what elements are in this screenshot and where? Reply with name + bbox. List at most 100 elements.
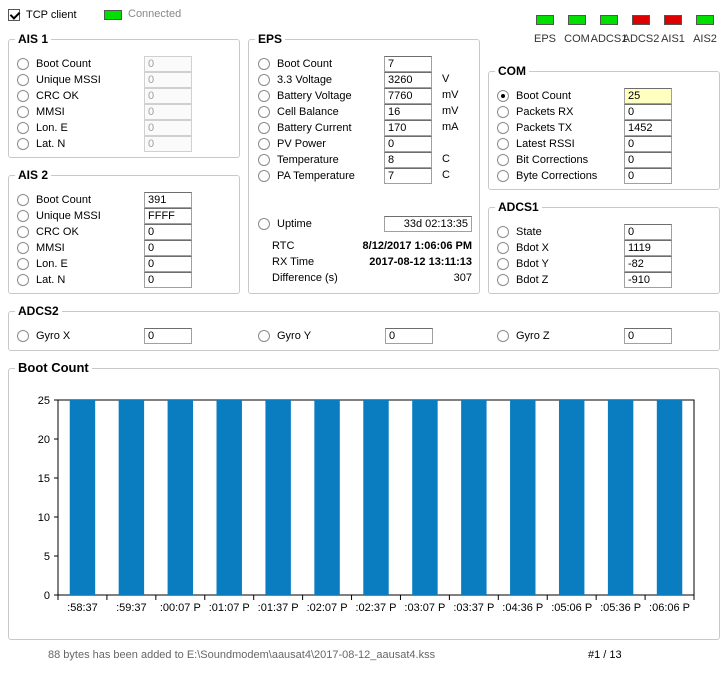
- adcs2-value-field[interactable]: 0: [385, 328, 433, 344]
- radio-button[interactable]: [17, 74, 29, 86]
- com-value-field[interactable]: 0: [624, 152, 672, 168]
- radio-button[interactable]: [497, 170, 509, 182]
- radio-button[interactable]: [17, 226, 29, 238]
- ais1-row-boot-count[interactable]: Boot Count: [17, 56, 91, 72]
- adcs1-value-field[interactable]: -910: [624, 272, 672, 288]
- eps-uptime-row[interactable]: Uptime: [258, 216, 312, 232]
- eps-uptime-field[interactable]: 33d 02:13:35: [384, 216, 472, 232]
- radio-button[interactable]: [17, 258, 29, 270]
- eps-row-boot-count[interactable]: Boot Count: [258, 56, 332, 72]
- ais2-value-field[interactable]: 0: [144, 272, 192, 288]
- ais2-row-mmsi[interactable]: MMSI: [17, 240, 65, 256]
- eps-value-field[interactable]: 0: [384, 136, 432, 152]
- com-row-bit-corrections[interactable]: Bit Corrections: [497, 152, 588, 168]
- radio-button[interactable]: [258, 218, 270, 230]
- radio-button[interactable]: [258, 154, 270, 166]
- ais1-row-mmsi[interactable]: MMSI: [17, 104, 65, 120]
- adcs1-value-field[interactable]: 1119: [624, 240, 672, 256]
- ais2-row-crc-ok[interactable]: CRC OK: [17, 224, 79, 240]
- radio-button[interactable]: [17, 194, 29, 206]
- eps-row-battery-voltage[interactable]: Battery Voltage: [258, 88, 352, 104]
- radio-button[interactable]: [17, 90, 29, 102]
- adcs2-row-gyro-x[interactable]: Gyro X: [17, 328, 70, 344]
- com-row-latest-rssi[interactable]: Latest RSSI: [497, 136, 575, 152]
- radio-button[interactable]: [497, 242, 509, 254]
- com-row-packets-rx[interactable]: Packets RX: [497, 104, 573, 120]
- adcs2-value-field[interactable]: 0: [624, 328, 672, 344]
- radio-button[interactable]: [497, 122, 509, 134]
- radio-button[interactable]: [497, 258, 509, 270]
- ais2-value-field[interactable]: 391: [144, 192, 192, 208]
- ais2-row-lat-n[interactable]: Lat. N: [17, 272, 65, 288]
- radio-button[interactable]: [497, 154, 509, 166]
- com-value-field[interactable]: 25: [624, 88, 672, 104]
- ais1-value-field[interactable]: 0: [144, 88, 192, 104]
- com-value-field[interactable]: 1452: [624, 120, 672, 136]
- com-value-field[interactable]: 0: [624, 136, 672, 152]
- radio-button[interactable]: [17, 210, 29, 222]
- com-value-field[interactable]: 0: [624, 104, 672, 120]
- radio-button[interactable]: [17, 106, 29, 118]
- com-row-packets-tx[interactable]: Packets TX: [497, 120, 572, 136]
- eps-row-3-3-voltage[interactable]: 3.3 Voltage: [258, 72, 332, 88]
- radio-button[interactable]: [497, 138, 509, 150]
- radio-button[interactable]: [17, 122, 29, 134]
- ais2-row-lon-e[interactable]: Lon. E: [17, 256, 68, 272]
- adcs1-value-field[interactable]: -82: [624, 256, 672, 272]
- ais1-value-field[interactable]: 0: [144, 72, 192, 88]
- ais1-row-crc-ok[interactable]: CRC OK: [17, 88, 79, 104]
- ais2-value-field[interactable]: 0: [144, 224, 192, 240]
- adcs1-row-bdot-x[interactable]: Bdot X: [497, 240, 549, 256]
- radio-button[interactable]: [17, 242, 29, 254]
- adcs1-row-bdot-z[interactable]: Bdot Z: [497, 272, 548, 288]
- radio-button[interactable]: [258, 90, 270, 102]
- radio-button[interactable]: [258, 138, 270, 150]
- radio-button[interactable]: [497, 90, 509, 102]
- ais2-value-field[interactable]: FFFF: [144, 208, 192, 224]
- adcs2-row-gyro-y[interactable]: Gyro Y: [258, 328, 311, 344]
- radio-button[interactable]: [258, 106, 270, 118]
- radio-button[interactable]: [258, 74, 270, 86]
- radio-button[interactable]: [17, 138, 29, 150]
- eps-value-field[interactable]: 16: [384, 104, 432, 120]
- ais1-value-field[interactable]: 0: [144, 136, 192, 152]
- radio-button[interactable]: [497, 274, 509, 286]
- ais2-row-unique-mssi[interactable]: Unique MSSI: [17, 208, 101, 224]
- ais1-row-lat-n[interactable]: Lat. N: [17, 136, 65, 152]
- ais2-row-boot-count[interactable]: Boot Count: [17, 192, 91, 208]
- radio-button[interactable]: [258, 58, 270, 70]
- ais1-row-unique-mssi[interactable]: Unique MSSI: [17, 72, 101, 88]
- ais2-value-field[interactable]: 0: [144, 240, 192, 256]
- eps-row-temperature[interactable]: Temperature: [258, 152, 339, 168]
- eps-row-cell-balance[interactable]: Cell Balance: [258, 104, 339, 120]
- radio-button[interactable]: [17, 58, 29, 70]
- tcp-client-checkbox[interactable]: TCP client: [8, 9, 77, 21]
- radio-button[interactable]: [497, 106, 509, 118]
- ais1-value-field[interactable]: 0: [144, 56, 192, 72]
- radio-button[interactable]: [17, 274, 29, 286]
- radio-button[interactable]: [258, 330, 270, 342]
- eps-row-battery-current[interactable]: Battery Current: [258, 120, 352, 136]
- radio-button[interactable]: [497, 330, 509, 342]
- eps-value-field[interactable]: 8: [384, 152, 432, 168]
- eps-value-field[interactable]: 170: [384, 120, 432, 136]
- tcp-client-check-icon[interactable]: [8, 9, 20, 21]
- adcs1-row-bdot-y[interactable]: Bdot Y: [497, 256, 549, 272]
- com-row-boot-count[interactable]: Boot Count: [497, 88, 571, 104]
- eps-value-field[interactable]: 3260: [384, 72, 432, 88]
- ais1-value-field[interactable]: 0: [144, 104, 192, 120]
- adcs2-value-field[interactable]: 0: [144, 328, 192, 344]
- eps-row-pa-temperature[interactable]: PA Temperature: [258, 168, 355, 184]
- eps-value-field[interactable]: 7760: [384, 88, 432, 104]
- ais2-value-field[interactable]: 0: [144, 256, 192, 272]
- ais1-row-lon-e[interactable]: Lon. E: [17, 120, 68, 136]
- adcs1-value-field[interactable]: 0: [624, 224, 672, 240]
- eps-value-field[interactable]: 7: [384, 56, 432, 72]
- radio-button[interactable]: [258, 170, 270, 182]
- ais1-value-field[interactable]: 0: [144, 120, 192, 136]
- adcs1-row-state[interactable]: State: [497, 224, 542, 240]
- com-row-byte-corrections[interactable]: Byte Corrections: [497, 168, 597, 184]
- radio-button[interactable]: [258, 122, 270, 134]
- eps-value-field[interactable]: 7: [384, 168, 432, 184]
- radio-button[interactable]: [17, 330, 29, 342]
